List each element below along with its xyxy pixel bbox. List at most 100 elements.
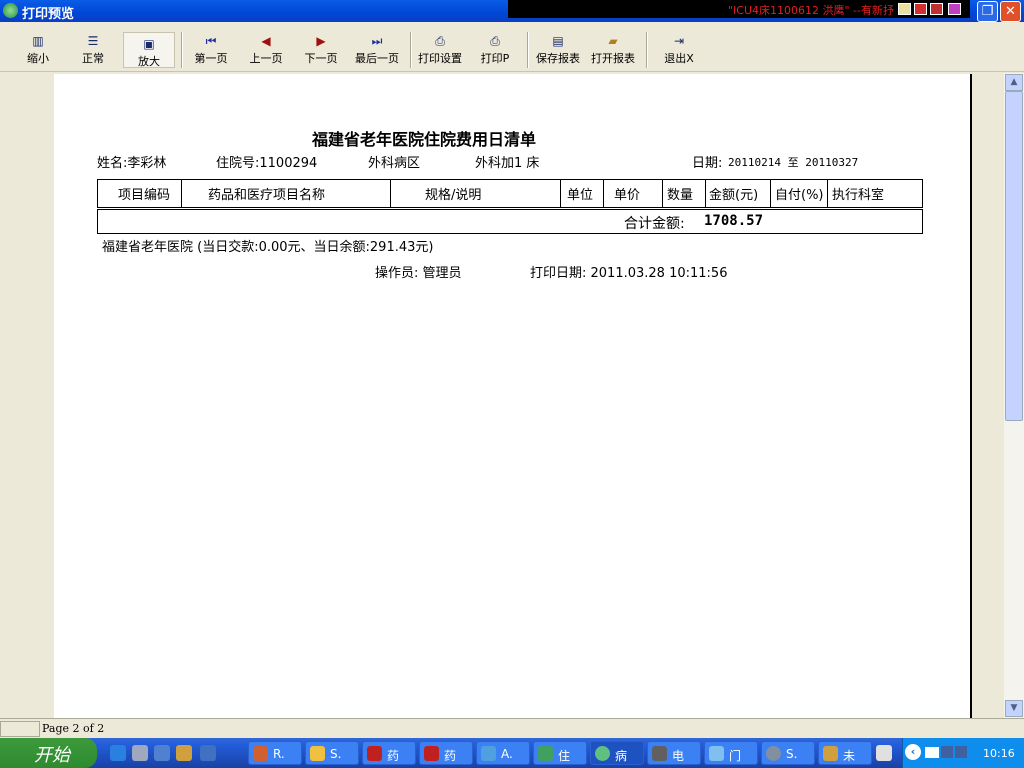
close-ticker-icon[interactable] bbox=[948, 3, 961, 15]
app-icon bbox=[595, 746, 610, 761]
print-setup-button[interactable]: ⎙ 打印设置 bbox=[414, 30, 466, 70]
button-label: 放大 bbox=[138, 55, 160, 68]
separator bbox=[410, 32, 412, 68]
open-report-button[interactable]: ▰ 打开报表 bbox=[587, 30, 639, 70]
button-label: 第一页 bbox=[194, 52, 228, 65]
column-header: 药品和医疗项目名称 bbox=[181, 179, 391, 208]
task-label: S. bbox=[786, 747, 798, 761]
zoom-out-icon: ▥ bbox=[32, 34, 44, 48]
task-label: 门 bbox=[729, 749, 742, 763]
zoom-out-button[interactable]: ▥ 缩小 bbox=[15, 30, 61, 70]
first-page-button[interactable]: ⏮ 第一页 bbox=[188, 30, 234, 70]
taskbar-item[interactable]: 门 bbox=[704, 741, 758, 765]
taskbar-item[interactable]: 未 bbox=[818, 741, 872, 765]
prev-page-button[interactable]: ◀ 上一页 bbox=[243, 30, 289, 70]
vertical-scrollbar[interactable]: ▲ ▼ bbox=[1004, 73, 1024, 718]
column-header: 单位 bbox=[560, 179, 604, 208]
taskbar-item[interactable]: 药 bbox=[362, 741, 416, 765]
column-header: 自付(%) bbox=[770, 179, 828, 208]
report-title: 福建省老年医院住院费用日清单 bbox=[312, 130, 537, 149]
print-button[interactable]: ⎙ 打印P bbox=[472, 30, 518, 70]
app-icon bbox=[709, 746, 724, 761]
column-header: 执行科室 bbox=[827, 179, 923, 208]
normal-button[interactable]: ☰ 正常 bbox=[70, 30, 116, 70]
printer-icon: ⎙ bbox=[490, 34, 500, 48]
scroll-thumb[interactable] bbox=[1005, 91, 1023, 421]
exit-button[interactable]: ⇥ 退出X bbox=[656, 30, 702, 70]
toolbar: ▥ 缩小 ☰ 正常 ▣ 放大 ⏮ 第一页 ◀ 上一页 ▶ 下一页 ⏭ 最后一页 ⎙ 打印设置 ⎙… bbox=[0, 22, 1024, 72]
taskbar-item[interactable]: S. bbox=[761, 741, 815, 765]
app-icon bbox=[538, 746, 553, 761]
restore-button[interactable]: ❐ bbox=[977, 1, 998, 22]
clock[interactable]: 10:16 bbox=[983, 747, 1015, 760]
scroll-up-button[interactable]: ▲ bbox=[1005, 74, 1023, 91]
minimize-ticker-icon[interactable] bbox=[914, 3, 927, 15]
total-label: 合计金额: bbox=[624, 216, 685, 232]
start-label: 开始 bbox=[34, 745, 70, 766]
last-page-icon: ⏭ bbox=[371, 34, 383, 48]
status-cell bbox=[0, 721, 40, 737]
show-desktop-icon[interactable] bbox=[200, 745, 216, 761]
bed: 外科加1 床 bbox=[475, 156, 540, 171]
last-page-button[interactable]: ⏭ 最后一页 bbox=[350, 30, 404, 70]
date-range: 20110214 至 20110327 bbox=[728, 156, 859, 169]
app-icon bbox=[3, 3, 18, 18]
taskbar-item[interactable]: 电 bbox=[647, 741, 701, 765]
taskbar-item-active[interactable]: 病 bbox=[590, 741, 644, 765]
mail-icon[interactable] bbox=[925, 747, 939, 758]
system-tray: ‹ 10:16 bbox=[902, 738, 1024, 768]
app-icon bbox=[367, 746, 382, 761]
operator: 操作员: 管理员 bbox=[375, 266, 462, 281]
column-header: 单价 bbox=[603, 179, 663, 208]
keyboard-icon[interactable] bbox=[876, 745, 892, 761]
column-header: 项目编码 bbox=[97, 179, 182, 208]
first-page-icon: ⏮ bbox=[205, 34, 217, 48]
column-header-table: 项目编码 药品和医疗项目名称 规格/说明 单位 单价 数量 金额(元) 自付(%… bbox=[97, 179, 923, 208]
taskbar-item[interactable]: R. bbox=[248, 741, 302, 765]
ie-icon[interactable] bbox=[110, 745, 126, 761]
next-page-icon: ▶ bbox=[316, 34, 326, 48]
task-label: S. bbox=[330, 747, 342, 761]
network-icon[interactable] bbox=[941, 746, 953, 758]
tool-icon[interactable] bbox=[930, 3, 943, 15]
zoom-in-icon: ▣ bbox=[143, 37, 155, 51]
window-title: 打印预览 bbox=[22, 7, 75, 22]
app-icon bbox=[253, 746, 268, 761]
app-icon bbox=[424, 746, 439, 761]
taskbar: 开始 R. S. 药 药 A. 住 病 电 门 S. 未 ‹ 10:16 bbox=[0, 738, 1024, 768]
taskbar-item[interactable]: S. bbox=[305, 741, 359, 765]
prev-page-icon: ◀ bbox=[261, 34, 271, 48]
mail-icon[interactable] bbox=[898, 3, 911, 15]
close-button[interactable]: ✕ bbox=[1000, 1, 1021, 22]
quicklaunch-icon[interactable] bbox=[154, 745, 170, 761]
open-folder-icon: ▰ bbox=[608, 34, 618, 48]
task-label: 住 bbox=[558, 749, 571, 763]
date-label: 日期: bbox=[692, 156, 723, 171]
quicklaunch-icon[interactable] bbox=[176, 745, 192, 761]
next-page-button[interactable]: ▶ 下一页 bbox=[298, 30, 344, 70]
start-button[interactable]: 开始 bbox=[0, 738, 97, 768]
taskbar-item[interactable]: A. bbox=[476, 741, 530, 765]
taskbar-item[interactable]: 药 bbox=[419, 741, 473, 765]
status-bar: Page 2 of 2 bbox=[0, 718, 1024, 738]
print-setup-icon: ⎙ bbox=[435, 34, 445, 48]
save-report-button[interactable]: ▤ 保存报表 bbox=[532, 30, 584, 70]
patient-name: 姓名:李彩林 bbox=[97, 156, 167, 171]
report-page: 福建省老年医院住院费用日清单 姓名:李彩林 住院号:1100294 外科病区 外… bbox=[54, 74, 972, 724]
notification-ticker[interactable]: "ICU4床1100612 洪鹰" --有新抒 bbox=[508, 0, 970, 18]
app-icon bbox=[823, 746, 838, 761]
task-label: R. bbox=[273, 747, 285, 761]
taskbar-item[interactable]: 住 bbox=[533, 741, 587, 765]
normal-view-icon: ☰ bbox=[87, 34, 99, 48]
chevron-left-icon[interactable]: ‹ bbox=[905, 744, 921, 760]
ticker-text: "ICU4床1100612 洪鹰" --有新抒 bbox=[727, 4, 894, 17]
save-icon: ▤ bbox=[552, 34, 564, 48]
quicklaunch-icon[interactable] bbox=[132, 745, 148, 761]
payment-summary: 福建省老年医院 (当日交款:0.00元、当日余额:291.43元) bbox=[102, 240, 434, 255]
folder-icon bbox=[310, 746, 325, 761]
scroll-down-button[interactable]: ▼ bbox=[1005, 700, 1023, 717]
zoom-in-button[interactable]: ▣ 放大 bbox=[123, 32, 175, 68]
network-icon[interactable] bbox=[955, 746, 967, 758]
separator bbox=[527, 32, 529, 68]
button-label: 缩小 bbox=[27, 52, 49, 65]
